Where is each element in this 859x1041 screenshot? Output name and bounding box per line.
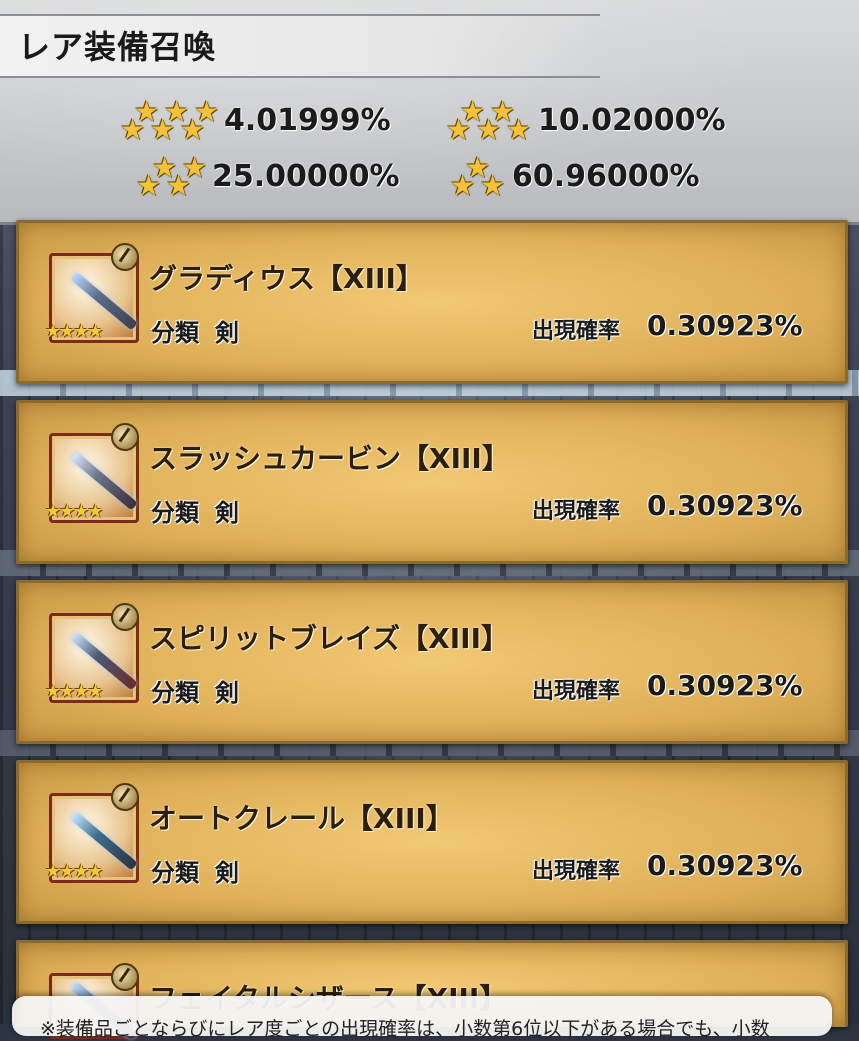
- category-value: 剣: [215, 679, 239, 707]
- item-name: グラディウス【XIII】: [149, 262, 424, 295]
- probability-label: 出現確率: [532, 319, 621, 344]
- equipment-card[interactable]: ★★★★ スピリットブレイズ【XIII】 分類 剣 出現確率 0.30923%: [16, 580, 848, 744]
- category-label: 分類: [151, 499, 199, 527]
- rate-row: ★ ★ ★ ★ ★ 10.02000%: [446, 95, 726, 146]
- page-title: レア装備召喚: [18, 28, 217, 66]
- category-value: 剣: [215, 859, 239, 887]
- item-name: スラッシュカービン【XIII】: [149, 442, 510, 475]
- equipment-card[interactable]: ★★★★ オートクレール【XIII】 分類 剣 出現確率 0.30923%: [16, 760, 848, 924]
- rate-row: ★ ★ ★ ★ ★ ★ 4.01999%: [120, 95, 391, 146]
- rarity-stars-icon: ★★★★: [45, 321, 104, 342]
- notice-text: ※装備品ごとならびにレア度ごとの出現確率は、小数第6位以下がある場合でも、小数: [40, 1018, 770, 1040]
- item-name: スピリットブレイズ【XIII】: [149, 622, 510, 655]
- lock-knob-icon: [111, 963, 139, 991]
- item-name: オートクレール【XIII】: [149, 802, 454, 835]
- lock-knob-icon: [111, 603, 139, 631]
- probability-value: 0.30923%: [647, 309, 803, 342]
- rate-value: 25.00000%: [212, 158, 400, 194]
- rarity-stars-icon: ★★★★: [45, 501, 104, 522]
- rarity-stars-icon: ★★★★: [45, 861, 104, 882]
- lock-knob-icon: [111, 783, 139, 811]
- rarity-stars-icon: ★ ★ ★ ★ ★: [446, 95, 532, 146]
- probability-label: 出現確率: [532, 679, 621, 704]
- rate-row: ★ ★ ★ ★ 25.00000%: [136, 151, 400, 202]
- rarity-stars-icon: ★★★★: [45, 681, 104, 702]
- rate-value: 10.02000%: [538, 102, 726, 138]
- lock-knob-icon: [111, 423, 139, 451]
- equipment-card[interactable]: ★★★★ グラディウス【XIII】 分類 剣 出現確率 0.30923%: [16, 220, 848, 384]
- category-value: 剣: [215, 499, 239, 527]
- probability-label: 出現確率: [532, 499, 621, 524]
- rate-row: ★ ★ ★ 60.96000%: [450, 151, 700, 202]
- category-label: 分類: [151, 319, 199, 347]
- probability-value: 0.30923%: [647, 489, 803, 522]
- equipment-card[interactable]: ★★★★ スラッシュカービン【XIII】 分類 剣 出現確率 0.30923%: [16, 400, 848, 564]
- probability-label: 出現確率: [532, 859, 621, 884]
- lock-knob-icon: [111, 243, 139, 271]
- category-value: 剣: [215, 319, 239, 347]
- category-label: 分類: [151, 859, 199, 887]
- rarity-stars-icon: ★ ★ ★ ★: [136, 151, 208, 202]
- probability-value: 0.30923%: [647, 849, 803, 882]
- category-label: 分類: [151, 679, 199, 707]
- summon-rates-panel: レア装備召喚 ★ ★ ★ ★ ★ ★ 4.01999% ★ ★ ★ ★ ★ 10…: [0, 0, 859, 225]
- rate-value: 60.96000%: [512, 158, 700, 194]
- notice-banner: ※装備品ごとならびにレア度ごとの出現確率は、小数第6位以下がある場合でも、小数: [12, 996, 832, 1040]
- rarity-stars-icon: ★ ★ ★ ★ ★ ★: [120, 95, 220, 146]
- rate-value: 4.01999%: [224, 102, 391, 138]
- probability-value: 0.30923%: [647, 669, 803, 702]
- rarity-stars-icon: ★ ★ ★: [450, 151, 506, 202]
